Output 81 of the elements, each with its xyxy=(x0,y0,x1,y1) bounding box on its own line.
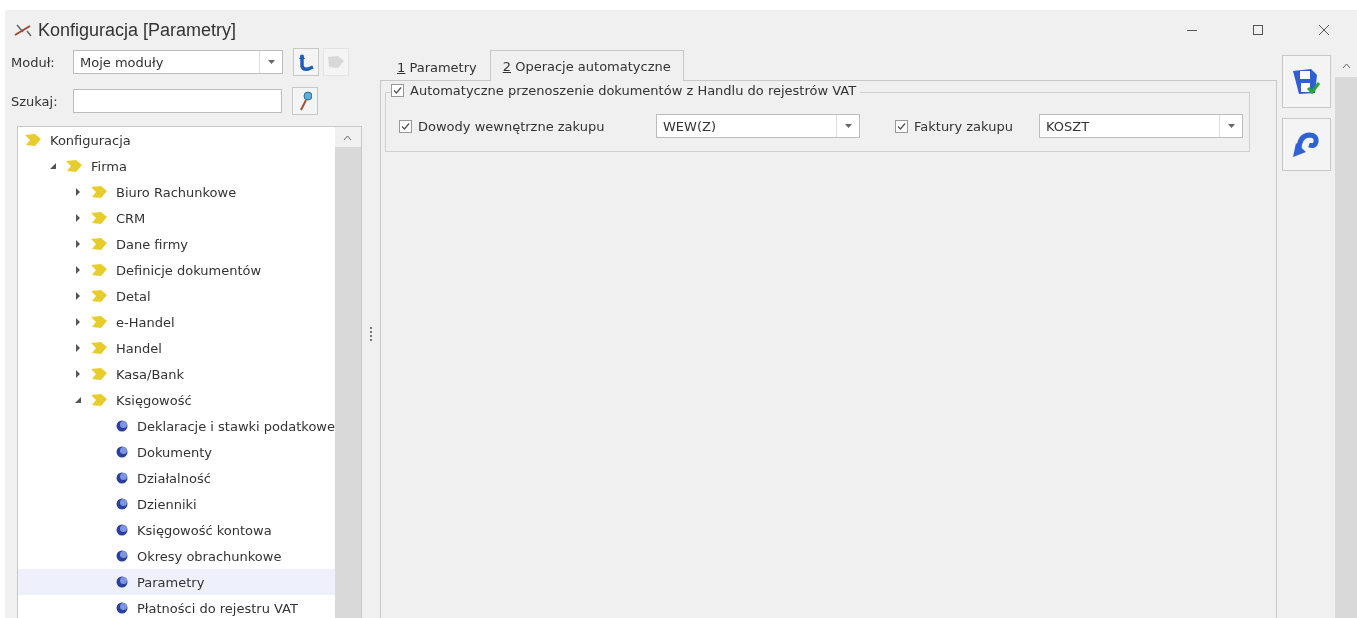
tree-item[interactable]: Parametry xyxy=(18,569,335,595)
tab[interactable]: 2 Operacje automatyczne xyxy=(489,50,684,81)
scroll-up-icon xyxy=(343,135,353,141)
folder-icon xyxy=(90,393,108,407)
collapsed-icon xyxy=(74,240,82,248)
tree-item[interactable]: CRM xyxy=(18,205,335,231)
dropdown[interactable]: WEW(Z) xyxy=(656,114,860,138)
collapsed-icon xyxy=(74,266,82,274)
tree-item[interactable]: Biuro Rachunkowe xyxy=(18,179,335,205)
tab[interactable]: 1 Parametry xyxy=(384,53,490,80)
bullet-icon xyxy=(115,601,129,615)
tree-item[interactable]: Księgowość kontowa xyxy=(18,517,335,543)
bullet-icon xyxy=(115,523,129,537)
tree-item[interactable]: e-Handel xyxy=(18,309,335,335)
folder-icon xyxy=(327,55,345,69)
window-title: Konfiguracja [Parametry] xyxy=(38,19,237,41)
expanded-icon xyxy=(74,396,82,404)
dropdown[interactable]: KOSZT xyxy=(1039,114,1243,138)
checkbox[interactable]: Faktury zakupu xyxy=(895,118,1039,134)
tree-item[interactable]: Handel xyxy=(18,335,335,361)
tree-item[interactable]: Kasa/Bank xyxy=(18,361,335,387)
folder-icon xyxy=(90,237,108,251)
bullet-icon xyxy=(115,419,129,433)
checkbox[interactable]: Automatyczne przenoszenie dokumentów z Handlu do rejestrów VAT xyxy=(391,83,861,98)
tree-item[interactable]: Księgowość xyxy=(18,387,335,413)
tree-item[interactable]: Dane firmy xyxy=(18,231,335,257)
splitter-handle-icon xyxy=(369,327,373,341)
search-button[interactable] xyxy=(292,87,318,115)
collapsed-icon xyxy=(74,214,82,222)
tree-item[interactable]: Deklaracje i stawki podatkowe xyxy=(18,413,335,439)
dropdown-icon xyxy=(844,124,852,128)
checkmark-icon xyxy=(391,84,404,97)
tree-item[interactable]: Definicje dokumentów xyxy=(18,257,335,283)
close-icon xyxy=(1318,24,1330,36)
collapsed-icon xyxy=(74,318,82,326)
search-icon xyxy=(298,91,312,111)
bullet-icon xyxy=(115,497,129,511)
module-dropdown[interactable]: Moje moduły xyxy=(73,50,283,74)
folder-icon xyxy=(24,133,42,147)
folder-icon xyxy=(90,367,108,381)
dropdown-icon xyxy=(267,60,275,64)
tree-item[interactable]: Płatności do rejestru VAT xyxy=(18,595,335,618)
tools-icon xyxy=(14,23,32,37)
folder-icon xyxy=(90,185,108,199)
scroll-up-icon xyxy=(1341,63,1351,69)
tree-item[interactable]: Dzienniki xyxy=(18,491,335,517)
folder-icon xyxy=(90,341,108,355)
field-label: Szukaj: xyxy=(11,93,59,109)
folder-icon xyxy=(90,211,108,225)
dropdown-icon xyxy=(1227,124,1235,128)
folder-icon xyxy=(90,315,108,329)
tree-item[interactable]: Dokumenty xyxy=(18,439,335,465)
bullet-icon xyxy=(115,575,129,589)
collapsed-icon xyxy=(74,344,82,352)
undo-button[interactable] xyxy=(1281,118,1331,171)
floppy-disk-icon xyxy=(1291,66,1321,97)
checkmark-icon xyxy=(399,119,412,133)
checkbox[interactable]: Dowody wewnętrzne zakupu xyxy=(399,118,656,134)
field-label: Moduł: xyxy=(11,54,56,70)
tree-item[interactable]: Działalność xyxy=(18,465,335,491)
bullet-icon xyxy=(115,471,129,485)
folder-icon xyxy=(90,289,108,303)
curved-arrow-icon xyxy=(297,53,315,71)
bullet-icon xyxy=(115,445,129,459)
tree-item[interactable]: Okresy obrachunkowe xyxy=(18,543,335,569)
collapsed-icon xyxy=(74,292,82,300)
maximize-icon xyxy=(1252,24,1264,36)
search-field[interactable] xyxy=(73,89,282,113)
save-button[interactable] xyxy=(1281,55,1331,108)
checkmark-icon xyxy=(895,119,908,133)
collapsed-icon xyxy=(74,370,82,378)
scrollbar[interactable] xyxy=(335,127,361,618)
bullet-icon xyxy=(115,549,129,563)
expanded-icon xyxy=(49,162,57,170)
tree-item[interactable]: Detal xyxy=(18,283,335,309)
folder-icon xyxy=(90,263,108,277)
tree-item[interactable]: Konfiguracja xyxy=(18,127,335,153)
back-button[interactable] xyxy=(293,48,319,76)
collapsed-icon xyxy=(74,188,82,196)
tree-item[interactable]: Firma xyxy=(18,153,335,179)
folder-icon xyxy=(65,159,83,173)
